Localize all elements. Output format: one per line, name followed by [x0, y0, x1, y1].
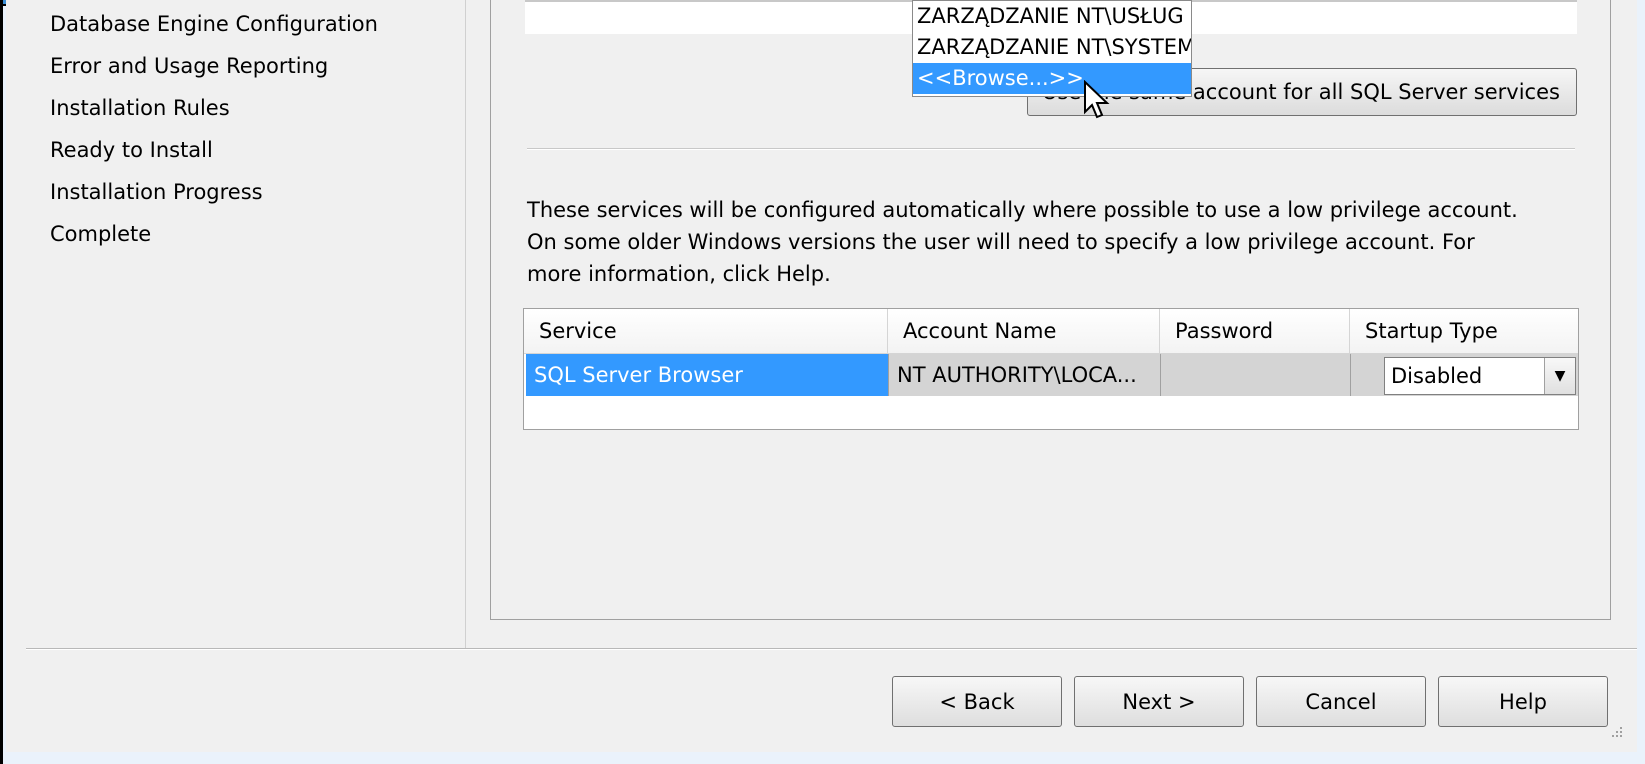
startup-type-value: Disabled	[1391, 364, 1483, 388]
column-header-password[interactable]: Password	[1160, 309, 1350, 353]
startup-type-select[interactable]: Disabled ▼	[1384, 357, 1576, 395]
column-header-startup-type[interactable]: Startup Type	[1350, 309, 1578, 353]
service-cell[interactable]: SQL Server Browser	[526, 354, 888, 396]
account-name-cell[interactable]: NT AUTHORITY\LOCA...	[888, 354, 1160, 396]
navigation-pane: Database Engine Configuration Error and …	[6, 0, 466, 648]
window-client-area: Database Engine Configuration Error and …	[6, 0, 1637, 752]
nav-item-ready-to-install[interactable]: Ready to Install	[50, 138, 213, 162]
column-header-account-name[interactable]: Account Name	[888, 309, 1160, 353]
resize-grip-icon[interactable]	[1609, 724, 1623, 738]
nav-item-installation-rules[interactable]: Installation Rules	[50, 96, 230, 120]
services-grid: Service Account Name Password Startup Ty…	[523, 308, 1579, 430]
column-header-service[interactable]: Service	[524, 309, 888, 353]
nav-item-installation-progress[interactable]: Installation Progress	[50, 180, 263, 204]
nav-item-database-engine-configuration[interactable]: Database Engine Configuration	[50, 12, 378, 36]
info-line-3: more information, click Help.	[527, 262, 831, 286]
nav-item-error-usage-reporting[interactable]: Error and Usage Reporting	[50, 54, 328, 78]
grid-header: Service Account Name Password Startup Ty…	[524, 309, 1578, 354]
dropdown-option-browse[interactable]: <<Browse...>>	[913, 63, 1191, 94]
back-button[interactable]: < Back	[892, 676, 1062, 727]
setup-window: Database Engine Configuration Error and …	[0, 0, 1645, 764]
footer-divider-highlight	[26, 649, 1637, 650]
password-cell[interactable]	[1160, 354, 1350, 396]
help-button[interactable]: Help	[1438, 676, 1608, 727]
dropdown-option-system[interactable]: ZARZĄDZANIE NT\SYSTEM	[913, 32, 1191, 63]
cancel-button[interactable]: Cancel	[1256, 676, 1426, 727]
section-divider-highlight	[527, 149, 1575, 150]
account-name-dropdown-list: ZARZĄDZANIE NT\USŁUG ZARZĄDZANIE NT\SYST…	[912, 0, 1192, 97]
low-privilege-info-text: These services will be configured automa…	[527, 194, 1587, 290]
table-row[interactable]: SQL Server Browser NT AUTHORITY\LOCA... …	[524, 354, 1578, 396]
arrow-cursor-icon	[1084, 80, 1110, 119]
info-line-1: These services will be configured automa…	[527, 198, 1518, 222]
info-line-2: On some older Windows versions the user …	[527, 230, 1475, 254]
chevron-down-icon[interactable]: ▼	[1544, 358, 1575, 394]
next-button[interactable]: Next >	[1074, 676, 1244, 727]
dropdown-option-usluga-lokalna[interactable]: ZARZĄDZANIE NT\USŁUG	[913, 1, 1191, 32]
nav-item-complete[interactable]: Complete	[50, 222, 151, 246]
